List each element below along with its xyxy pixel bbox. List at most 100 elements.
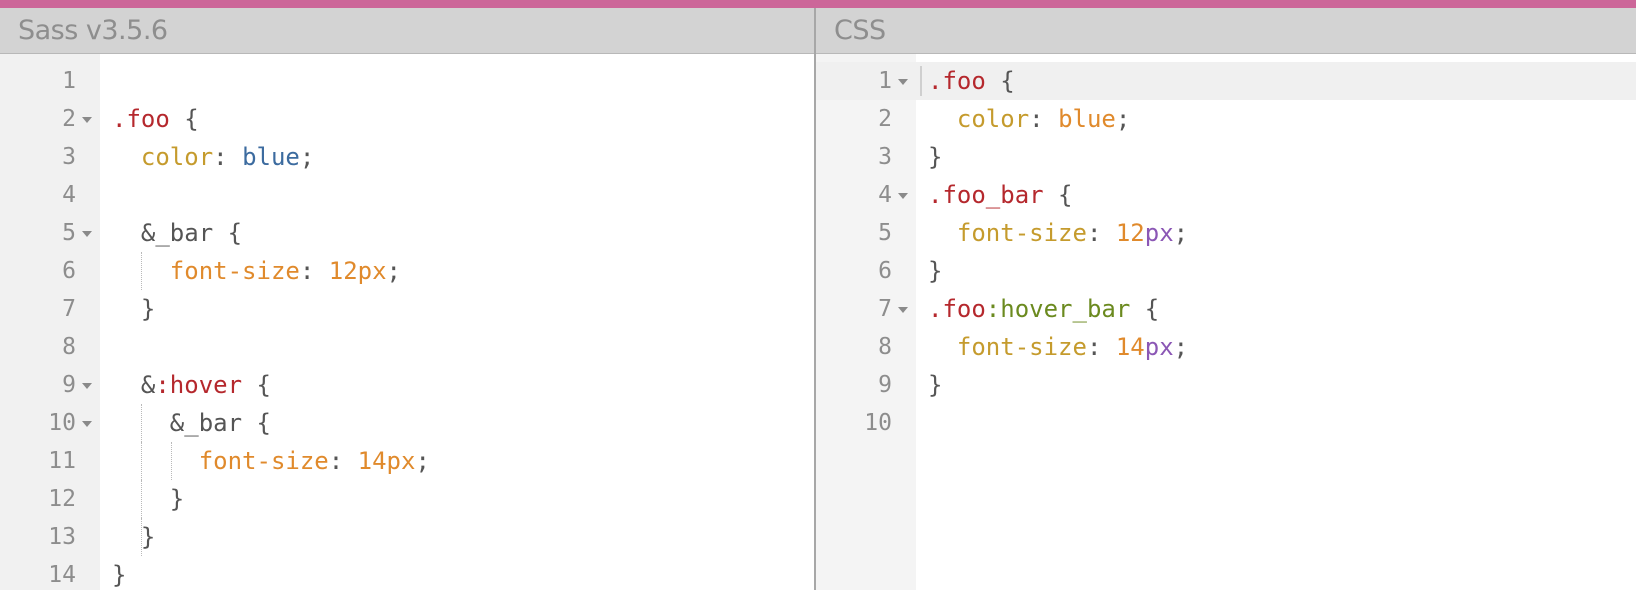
- css-code-text[interactable]: color: blue;: [916, 100, 1130, 138]
- sass-pane-title[interactable]: Sass v3.5.6: [18, 15, 168, 46]
- sass-code-text[interactable]: &_bar {: [100, 214, 242, 252]
- sass-line-number: 9: [0, 372, 100, 398]
- css-code-text[interactable]: .foo:hover_bar {: [916, 290, 1159, 328]
- sass-code-token: &_bar: [140, 219, 214, 247]
- css-code-text[interactable]: }: [916, 252, 942, 290]
- sass-code-line[interactable]: 1: [0, 62, 814, 100]
- css-code-line[interactable]: 1 .foo {: [816, 62, 1636, 100]
- indent-guide: [141, 480, 143, 518]
- sass-code-line[interactable]: 4: [0, 176, 814, 214]
- sass-code-token: :: [213, 143, 243, 171]
- css-code-token: 14: [1115, 333, 1145, 361]
- fold-arrow-icon[interactable]: [82, 117, 92, 123]
- sass-code-line[interactable]: 7 }: [0, 290, 814, 328]
- css-code-line[interactable]: 5 font-size: 12px;: [816, 214, 1636, 252]
- css-code-token: :hover_bar: [985, 295, 1131, 323]
- css-code-text[interactable]: .foo_bar {: [916, 176, 1073, 214]
- sass-code-line[interactable]: 5 &_bar {: [0, 214, 814, 252]
- css-line-number: 1: [816, 68, 916, 94]
- sass-line-number: 11: [0, 448, 100, 474]
- sass-code-token: 14px: [357, 447, 416, 475]
- css-code-text[interactable]: }: [916, 366, 942, 404]
- sass-line-number-label: 5: [62, 220, 76, 246]
- sass-code-text[interactable]: }: [100, 480, 184, 518]
- fold-arrow-icon[interactable]: [82, 421, 92, 427]
- sass-code-text[interactable]: }: [100, 290, 155, 328]
- css-code-line[interactable]: 8 font-size: 14px;: [816, 328, 1636, 366]
- sass-code-line[interactable]: 6 font-size: 12px;: [0, 252, 814, 290]
- sass-code-text[interactable]: &:hover {: [100, 366, 271, 404]
- sass-code-text[interactable]: color: blue;: [100, 138, 314, 176]
- sass-line-number-label: 4: [62, 182, 76, 208]
- fold-arrow-icon[interactable]: [898, 193, 908, 199]
- sass-line-number-label: 12: [48, 486, 76, 512]
- sass-code-text[interactable]: [100, 62, 112, 100]
- css-line-number: 2: [816, 106, 916, 132]
- sass-code-token: color: [140, 143, 214, 171]
- css-code-token: {: [1130, 295, 1160, 323]
- css-code-line[interactable]: 9}: [816, 366, 1636, 404]
- css-code-lines[interactable]: 1 .foo {2 color: blue; 3} 4 .foo_bar {5 font…: [816, 62, 1636, 442]
- sass-code-text[interactable]: [100, 176, 112, 214]
- css-pane: CSS 1 .foo {2 color: blue; 3} 4 .foo_bar {5 …: [816, 8, 1636, 590]
- sass-code-token: [112, 295, 141, 323]
- css-code-line[interactable]: 2 color: blue;: [816, 100, 1636, 138]
- sass-code-line[interactable]: 2 .foo {: [0, 100, 814, 138]
- sass-line-number-label: 11: [48, 448, 76, 474]
- sass-code-text[interactable]: }: [100, 556, 126, 590]
- sass-line-number: 1: [0, 68, 100, 94]
- indent-guide: [141, 518, 143, 556]
- sass-code-line[interactable]: 3 color: blue;: [0, 138, 814, 176]
- css-code-line[interactable]: 3}: [816, 138, 1636, 176]
- css-line-number-label: 4: [878, 182, 892, 208]
- css-code-text[interactable]: [916, 404, 928, 442]
- sass-code-token: :hover: [155, 371, 243, 399]
- sass-code-token: font-size: [198, 447, 329, 475]
- fold-arrow-icon[interactable]: [82, 231, 92, 237]
- css-code-token: font-size: [956, 219, 1087, 247]
- css-code-line[interactable]: 7 .foo:hover_bar {: [816, 290, 1636, 328]
- sass-code-text[interactable]: [100, 328, 112, 366]
- sass-code-text[interactable]: .foo {: [100, 100, 199, 138]
- sass-code-text[interactable]: }: [100, 518, 155, 556]
- indent-guide: [141, 404, 143, 442]
- sass-line-number: 6: [0, 258, 100, 284]
- sass-code-line[interactable]: 13 }: [0, 518, 814, 556]
- css-editor[interactable]: 1 .foo {2 color: blue; 3} 4 .foo_bar {5 font…: [816, 54, 1636, 590]
- sass-code-token: }: [140, 523, 156, 551]
- sass-code-text[interactable]: &_bar {: [100, 404, 271, 442]
- fold-arrow-icon[interactable]: [898, 79, 908, 85]
- sass-code-lines[interactable]: 1 2 .foo {3 color: blue; 4 5 &_bar {6 font-s…: [0, 62, 814, 590]
- sass-code-line[interactable]: 11 font-size: 14px;: [0, 442, 814, 480]
- css-code-line[interactable]: 4 .foo_bar {: [816, 176, 1636, 214]
- sass-code-text[interactable]: font-size: 14px;: [100, 442, 430, 480]
- css-line-number-label: 10: [864, 410, 892, 436]
- sass-code-token: &_bar: [169, 409, 243, 437]
- sass-code-line[interactable]: 10 &_bar {: [0, 404, 814, 442]
- css-line-number-label: 8: [878, 334, 892, 360]
- css-code-text[interactable]: }: [916, 138, 942, 176]
- editor-panes: Sass v3.5.6 1 2 .foo {3 color: blue; 4 5 &_b…: [0, 8, 1636, 590]
- sass-code-token: :: [299, 257, 329, 285]
- sass-code-token: .foo: [112, 105, 170, 133]
- sass-code-line[interactable]: 12 }: [0, 480, 814, 518]
- css-code-token: ;: [1173, 219, 1189, 247]
- sass-code-line[interactable]: 8: [0, 328, 814, 366]
- sass-code-line[interactable]: 14}: [0, 556, 814, 590]
- css-code-token: .foo: [928, 67, 986, 95]
- css-code-text[interactable]: font-size: 14px;: [916, 328, 1188, 366]
- sass-code-token: [112, 523, 141, 551]
- css-code-line[interactable]: 6}: [816, 252, 1636, 290]
- fold-arrow-icon[interactable]: [82, 383, 92, 389]
- sass-line-number: 4: [0, 182, 100, 208]
- css-code-text[interactable]: font-size: 12px;: [916, 214, 1188, 252]
- css-code-line[interactable]: 10: [816, 404, 1636, 442]
- sass-line-number-label: 13: [48, 524, 76, 550]
- sass-editor[interactable]: 1 2 .foo {3 color: blue; 4 5 &_bar {6 font-s…: [0, 54, 814, 590]
- sass-code-text[interactable]: font-size: 12px;: [100, 252, 401, 290]
- css-code-text[interactable]: .foo {: [916, 62, 1015, 100]
- sass-code-line[interactable]: 9 &:hover {: [0, 366, 814, 404]
- css-code-token: [928, 333, 957, 361]
- fold-arrow-icon[interactable]: [898, 307, 908, 313]
- sass-code-token: [112, 371, 141, 399]
